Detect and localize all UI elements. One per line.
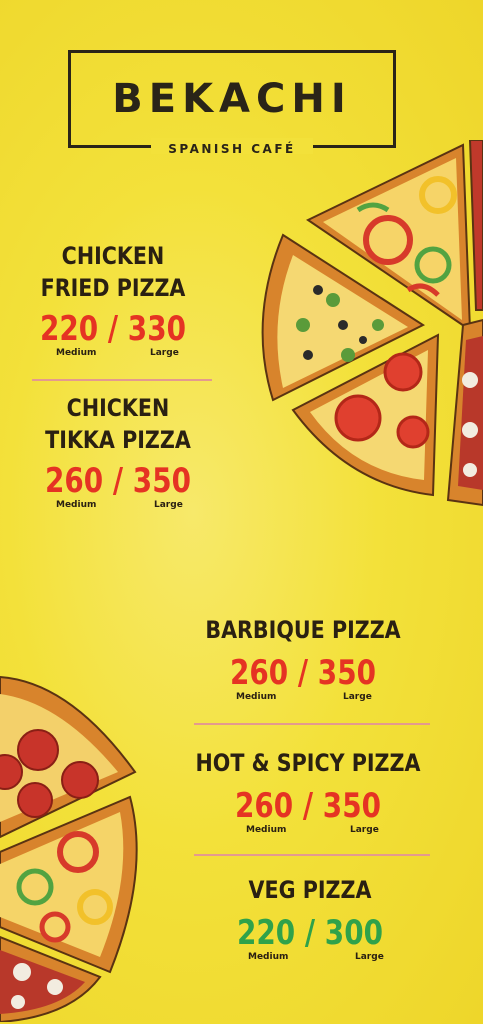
size-label-large: Large	[343, 692, 372, 702]
menu-page: BEKACHI SPANISH CAFÉ CHICKEN FRIED PIZZA…	[0, 0, 483, 1024]
menu-item-chicken-tikka-pizza: CHICKEN TIKKA PIZZA 260 / 350 Medium Lar…	[23, 392, 213, 514]
price-row: 260 / 350	[192, 654, 413, 692]
item-name: BARBIQUE PIZZA	[205, 616, 401, 644]
size-label-large: Large	[154, 500, 183, 510]
price-medium: 220	[39, 309, 99, 349]
price-large: 300	[324, 913, 384, 953]
size-label-large: Large	[150, 348, 179, 358]
item-name-line-1: CHICKEN	[61, 242, 165, 270]
item-name: HOT & SPICY PIZZA	[195, 749, 421, 777]
price-medium: 260	[44, 461, 104, 501]
price-separator: /	[107, 309, 119, 349]
divider	[32, 379, 212, 381]
menu-item-hot-spicy-pizza: HOT & SPICY PIZZA 260 / 350 Medium Large	[168, 747, 448, 839]
size-label-medium: Medium	[56, 348, 97, 358]
price-large: 350	[132, 461, 192, 501]
menu-item-barbique-pizza: BARBIQUE PIZZA 260 / 350 Medium Large	[168, 614, 438, 706]
price-row: 220 / 300	[199, 914, 420, 952]
item-name-line-2: FRIED PIZZA	[40, 274, 186, 302]
pizza-slices-illustration-top	[261, 140, 483, 507]
price-separator: /	[297, 653, 309, 693]
brand-name: BEKACHI	[112, 76, 352, 122]
item-name: VEG PIZZA	[248, 876, 372, 904]
logo: BEKACHI SPANISH CAFÉ	[68, 50, 396, 156]
menu-item-chicken-fried-pizza: CHICKEN FRIED PIZZA 220 / 330 Medium Lar…	[18, 240, 208, 362]
menu-item-veg-pizza: VEG PIZZA 220 / 300 Medium Large	[175, 874, 445, 966]
price-separator: /	[112, 461, 124, 501]
size-label-medium: Medium	[56, 500, 97, 510]
price-row: 260 / 350	[193, 787, 423, 825]
size-label-medium: Medium	[246, 825, 287, 835]
price-separator: /	[304, 913, 316, 953]
price-row: 260 / 350	[40, 462, 196, 500]
divider	[194, 854, 430, 856]
price-large: 330	[127, 309, 187, 349]
size-label-medium: Medium	[248, 952, 289, 962]
price-large: 350	[317, 653, 377, 693]
item-name-line-1: CHICKEN	[66, 394, 170, 422]
price-large: 350	[322, 786, 382, 826]
price-medium: 220	[236, 913, 296, 953]
size-label-large: Large	[355, 952, 384, 962]
price-medium: 260	[234, 786, 294, 826]
pizza-slices-illustration-bottom	[0, 675, 138, 1022]
price-separator: /	[302, 786, 314, 826]
price-medium: 260	[229, 653, 289, 693]
price-row: 220 / 330	[35, 310, 191, 348]
size-label-large: Large	[350, 825, 379, 835]
size-label-medium: Medium	[236, 692, 277, 702]
item-name-line-2: TIKKA PIZZA	[45, 426, 191, 454]
divider	[194, 723, 430, 725]
